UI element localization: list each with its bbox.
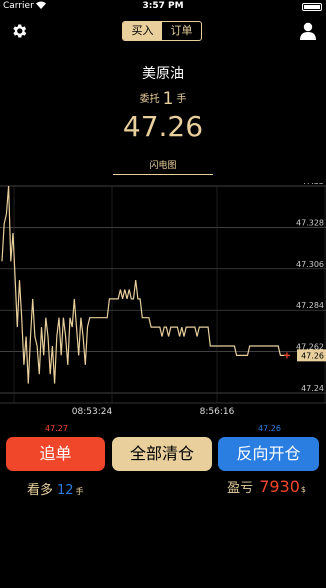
reverse-open-button[interactable]: 反向开仓 (218, 437, 319, 471)
x-tick-label: 08:53:24 (72, 407, 113, 417)
order-lots: 委托 1 手 (0, 89, 326, 109)
profit-loss-summary: 盈亏 7930$ (227, 477, 306, 496)
tab-buy[interactable]: 买入 (123, 22, 162, 40)
pl-label: 盈亏 (227, 481, 254, 496)
y-tick-label: 47.24 (301, 384, 324, 393)
entry-price-marker: 47.27 (45, 424, 68, 433)
current-price: 47.26 (122, 110, 204, 143)
last-price-marker (284, 352, 290, 359)
gear-icon[interactable] (10, 22, 28, 40)
tab-flash-chart[interactable]: 闪电图 (113, 158, 213, 175)
bias-summary: 看多 12 手 (27, 479, 84, 498)
x-tick-label: 8:56:16 (200, 407, 235, 417)
bias-value: 12 (57, 483, 74, 498)
status-bar: Carrier 3:57 PM (0, 0, 326, 14)
clock: 3:57 PM (142, 1, 184, 11)
bias-label: 看多 (27, 483, 54, 498)
y-tick-label: 47.306 (296, 260, 324, 269)
pl-value: 7930 (259, 477, 300, 496)
price-chart: 47.3547.32847.30647.28447.26247.2408:53:… (0, 183, 326, 417)
y-tick-label: 47.328 (296, 218, 324, 227)
price-series-line (1, 185, 287, 384)
close-all-button[interactable]: 全部清仓 (112, 437, 212, 471)
y-tick-label: 47.284 (296, 301, 324, 310)
tab-orders[interactable]: 订单 (162, 22, 201, 40)
bias-unit: 手 (75, 487, 84, 496)
user-icon[interactable] (300, 22, 316, 40)
pl-unit: $ (300, 485, 306, 494)
lots-unit: 手 (176, 94, 187, 105)
instrument-name: 美原油 (142, 66, 184, 82)
lots-value[interactable]: 1 (163, 89, 174, 109)
battery-icon (302, 3, 322, 11)
current-price-tag-label: 47.26 (301, 351, 324, 360)
follow-order-button[interactable]: 追单 (6, 437, 105, 471)
trade-segmented-control: 买入 订单 (122, 21, 202, 41)
current-price-marker: 47.26 (258, 424, 281, 433)
y-tick-label: 47.35 (301, 183, 324, 186)
lots-label: 委托 (139, 94, 160, 105)
